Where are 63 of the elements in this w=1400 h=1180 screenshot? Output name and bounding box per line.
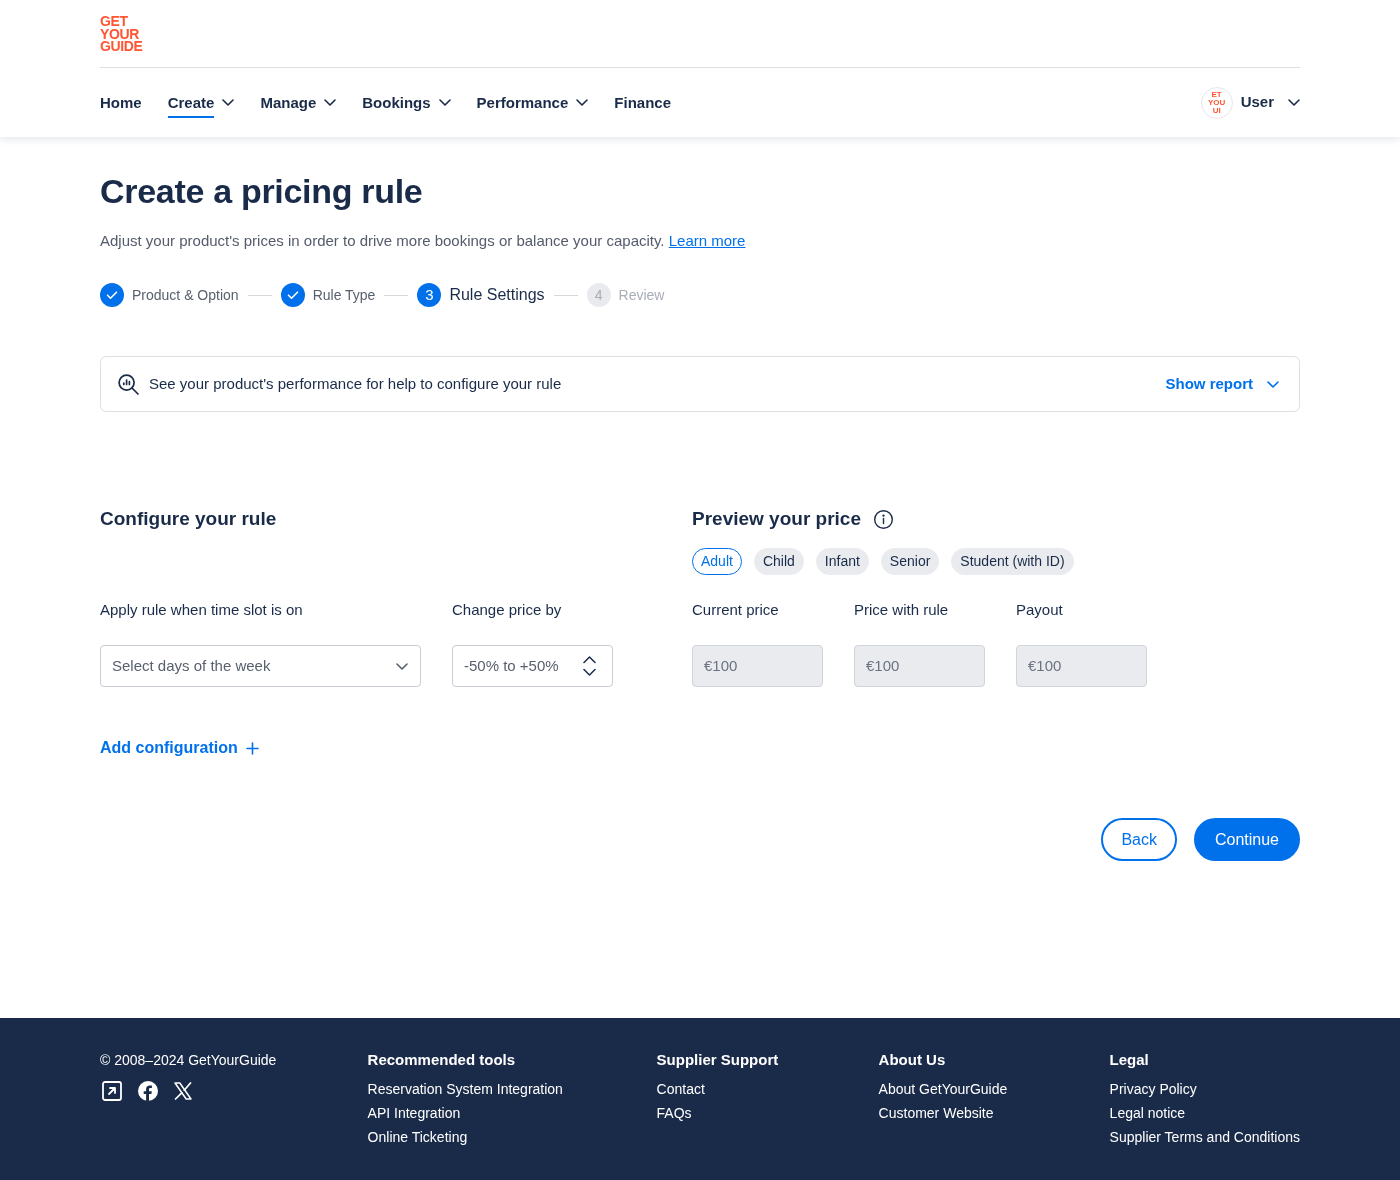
search-chart-icon <box>118 373 139 395</box>
info-icon[interactable] <box>873 509 893 529</box>
percent-input[interactable]: -50% to +50% <box>452 645 613 687</box>
footer-link[interactable]: Privacy Policy <box>1109 1077 1197 1101</box>
price-category-tab[interactable]: Student (with ID) <box>951 548 1074 575</box>
back-button[interactable]: Back <box>1101 818 1177 861</box>
step-label: Review <box>618 286 665 305</box>
price-field: €100 <box>692 645 823 687</box>
page-description: Adjust your product's prices in order to drive more bookings or balance your capacity. Learn more <box>100 231 747 251</box>
step-number: 4 <box>586 283 611 307</box>
footer-link[interactable]: API Integration <box>367 1101 461 1125</box>
price-category-tab[interactable]: Infant <box>815 548 869 575</box>
step-label: Product & Option <box>132 286 239 305</box>
footer-heading: Legal <box>1109 1050 1149 1070</box>
footer-link[interactable]: Customer Website <box>878 1101 994 1125</box>
footer-heading: Recommended tools <box>367 1050 516 1070</box>
step-label: Rule Settings <box>449 285 545 305</box>
stepper-arrows-icon[interactable] <box>583 656 596 676</box>
footer-link[interactable]: Contact <box>656 1077 705 1101</box>
field-label: Change price by <box>452 600 562 620</box>
show-report-button[interactable]: Show report <box>1165 372 1279 396</box>
copyright-text: © 2008–2024 GetYourGuide <box>100 1051 277 1070</box>
external-link-icon[interactable] <box>102 1081 122 1101</box>
footer-link[interactable]: Reservation System Integration <box>367 1077 563 1101</box>
footer-link[interactable]: Legal notice <box>1109 1101 1186 1125</box>
learn-more-link[interactable]: Learn more <box>668 232 746 249</box>
price-category-tab[interactable]: Senior <box>880 548 940 575</box>
footer-link[interactable]: FAQs <box>656 1101 692 1125</box>
days-select[interactable]: Select days of the week <box>100 645 421 687</box>
step-label: Rule Type <box>312 286 376 305</box>
banner-text: See your product's performance for help to configure your rule <box>149 374 562 394</box>
user-avatar: ET YOU UI <box>1200 86 1233 119</box>
nav-link[interactable]: Bookings <box>362 68 451 137</box>
footer-link[interactable]: Online Ticketing <box>367 1125 468 1149</box>
nav-link[interactable]: Manage <box>260 68 337 137</box>
field-label: Price with rule <box>854 600 949 620</box>
plus-icon <box>245 741 259 755</box>
chevron-down-icon <box>396 662 408 670</box>
price-field: €100 <box>854 645 985 687</box>
continue-button[interactable]: Continue <box>1193 818 1300 861</box>
price-category-tab[interactable]: Adult <box>692 548 742 575</box>
field-label: Payout <box>1016 600 1063 620</box>
nav-link[interactable]: Finance <box>614 68 671 137</box>
section-heading: Configure your rule <box>100 507 277 531</box>
price-field: €100 <box>1016 645 1147 687</box>
add-configuration-button[interactable]: Add configuration <box>100 736 259 760</box>
field-label: Apply rule when time slot is on <box>100 600 303 620</box>
footer-heading: Supplier Support <box>656 1050 779 1070</box>
nav-link[interactable]: Performance <box>476 68 589 137</box>
section-heading: Preview your price <box>692 507 861 531</box>
footer-link[interactable]: About GetYourGuide <box>878 1077 1008 1101</box>
footer-link[interactable]: Supplier Terms and Conditions <box>1109 1125 1300 1149</box>
field-label: Current price <box>692 600 779 620</box>
user-menu-button[interactable]: ET YOU UI User <box>1200 86 1300 119</box>
nav-link[interactable]: Create <box>167 68 235 137</box>
page-title: Create a pricing rule <box>100 171 424 212</box>
step-number: 3 <box>417 283 442 307</box>
x-logo-icon[interactable] <box>174 1082 192 1100</box>
footer-heading: About Us <box>878 1050 946 1070</box>
chevron-down-icon <box>1288 99 1300 106</box>
price-category-tab[interactable]: Child <box>753 548 804 575</box>
nav-link[interactable]: Home <box>100 68 142 137</box>
facebook-icon[interactable] <box>138 1081 158 1101</box>
